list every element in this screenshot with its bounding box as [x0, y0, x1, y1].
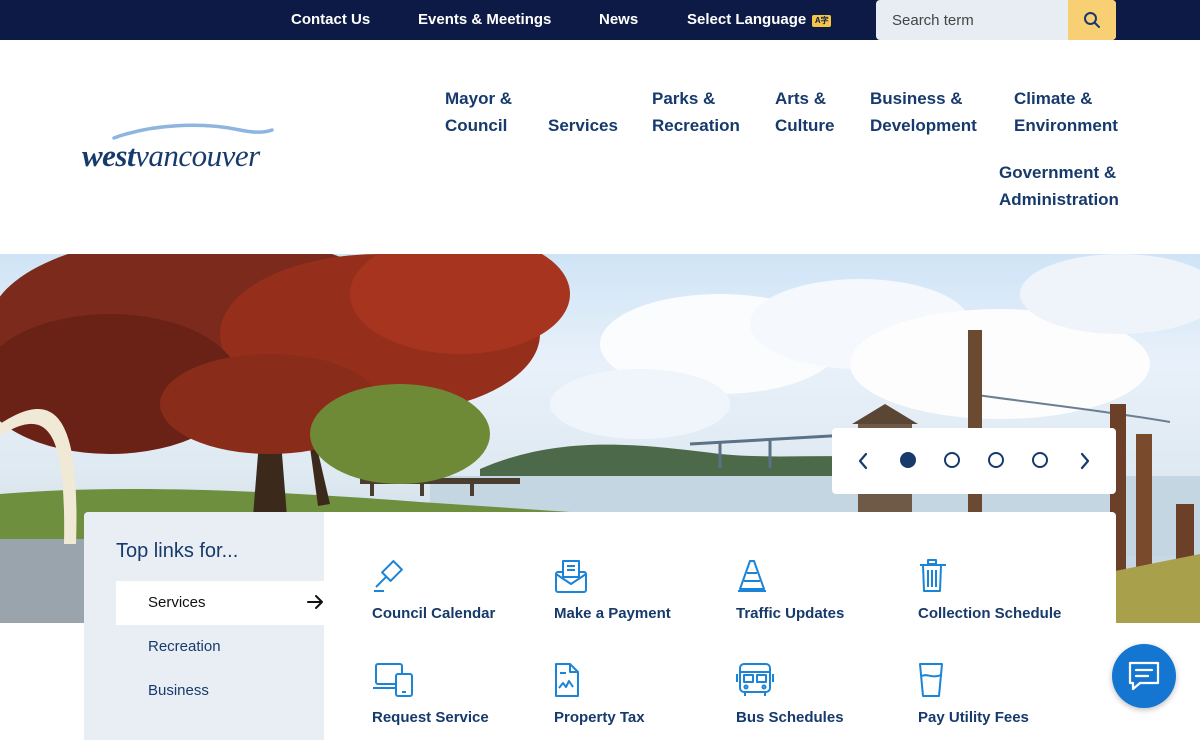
quick-link-property-tax[interactable]: Property Tax — [554, 662, 724, 740]
quick-link-traffic-updates[interactable]: Traffic Updates — [736, 558, 906, 648]
top-links-grid: Council Calendar Make a Payment Traffic … — [324, 512, 1116, 740]
quick-link-collection-schedule[interactable]: Collection Schedule — [918, 558, 1088, 648]
gavel-icon — [374, 560, 403, 592]
quick-link-make-a-payment[interactable]: Make a Payment — [554, 558, 724, 648]
quick-link-label: Collection Schedule — [918, 605, 1062, 622]
quick-link-label: Council Calendar — [372, 605, 496, 622]
quick-link-label: Request Service — [372, 709, 489, 726]
news-link[interactable]: News — [599, 0, 638, 40]
search-button[interactable] — [1068, 0, 1116, 40]
carousel-controls — [832, 428, 1116, 494]
carousel-dot-3[interactable] — [988, 452, 1004, 468]
quick-link-label: Traffic Updates — [736, 605, 845, 622]
quick-link-label: Pay Utility Fees — [918, 709, 1029, 726]
nav-services[interactable]: Services — [548, 112, 618, 139]
top-links-tab-recreation[interactable]: Recreation — [116, 625, 324, 669]
carousel-prev-button[interactable] — [851, 449, 875, 473]
tab-label: Services — [148, 594, 206, 611]
logo-text: westvancouver — [82, 138, 260, 173]
top-links-tab-services[interactable]: Services — [116, 581, 324, 625]
carousel-next-button[interactable] — [1073, 449, 1097, 473]
nav-arts-culture[interactable]: Arts & Culture — [775, 85, 835, 139]
utility-bar: Contact Us Events & Meetings News Select… — [0, 0, 1200, 40]
nav-mayor-council[interactable]: Mayor & Council — [445, 85, 512, 139]
quick-link-label: Property Tax — [554, 709, 645, 726]
select-language-label: Select Language — [687, 11, 807, 28]
document-chart-icon — [555, 663, 579, 697]
water-glass-icon — [919, 663, 943, 697]
carousel-dot-4[interactable] — [1032, 452, 1048, 468]
bus-icon — [736, 663, 774, 696]
trash-bin-icon — [920, 559, 946, 592]
traffic-cone-icon — [738, 560, 766, 592]
quick-link-bus-schedules[interactable]: Bus Schedules — [736, 662, 906, 740]
contact-us-link[interactable]: Contact Us — [291, 0, 370, 40]
nav-climate-environment[interactable]: Climate & Environment — [1014, 85, 1118, 139]
quick-link-label: Bus Schedules — [736, 709, 844, 726]
nav-business-development[interactable]: Business & Development — [870, 85, 977, 139]
translate-icon: A字 — [812, 15, 832, 27]
carousel-dot-1[interactable] — [900, 452, 916, 468]
quick-link-request-service[interactable]: Request Service — [372, 662, 542, 740]
tab-label: Recreation — [148, 638, 221, 655]
chevron-left-icon — [858, 452, 868, 470]
search-icon — [1084, 12, 1100, 28]
carousel-dot-2[interactable] — [944, 452, 960, 468]
arrow-right-icon — [307, 595, 323, 609]
select-language-button[interactable]: Select Language A字 — [687, 0, 832, 40]
chat-button[interactable] — [1112, 644, 1176, 708]
search-input[interactable] — [876, 0, 1068, 40]
tab-label: Business — [148, 682, 209, 699]
laptop-phone-icon — [373, 663, 413, 697]
nav-government-administration[interactable]: Government & Administration — [999, 159, 1119, 213]
top-links-heading: Top links for... — [116, 540, 239, 562]
nav-parks-recreation[interactable]: Parks & Recreation — [652, 85, 740, 139]
chevron-right-icon — [1080, 452, 1090, 470]
chat-icon — [1128, 661, 1160, 691]
top-links-tab-business[interactable]: Business — [116, 669, 324, 713]
quick-link-council-calendar[interactable]: Council Calendar — [372, 558, 542, 648]
search-box — [876, 0, 1116, 40]
quick-link-label: Make a Payment — [554, 605, 671, 622]
envelope-payment-icon — [555, 560, 587, 593]
events-meetings-link[interactable]: Events & Meetings — [418, 0, 551, 40]
quick-link-pay-utility-fees[interactable]: Pay Utility Fees — [918, 662, 1088, 740]
west-vancouver-logo[interactable]: westvancouver — [82, 120, 314, 180]
